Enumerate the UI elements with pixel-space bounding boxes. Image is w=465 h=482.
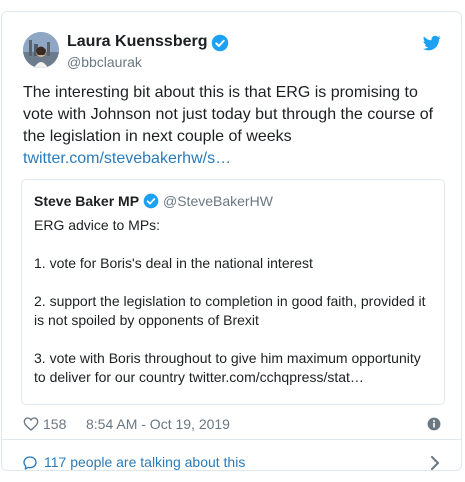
- tweet-text: The interesting bit about this is that E…: [23, 82, 448, 170]
- quoted-line-3: 3. vote with Boris throughout to give hi…: [34, 350, 421, 385]
- verified-icon: [211, 34, 229, 52]
- like-count[interactable]: 158: [43, 416, 66, 432]
- quoted-text: ERG advice to MPs: 1. vote for Boris's d…: [34, 216, 434, 406]
- avatar[interactable]: [23, 32, 59, 68]
- twitter-bird-icon[interactable]: [423, 34, 441, 52]
- verified-icon: [143, 193, 159, 209]
- quoted-author-name[interactable]: Steve Baker MP: [34, 193, 139, 209]
- tweet-link[interactable]: twitter.com/stevebakerhw/s…: [23, 150, 231, 167]
- timestamp[interactable]: 8:54 AM - Oct 19, 2019: [86, 416, 230, 432]
- quoted-line-1: 1. vote for Boris's deal in the national…: [34, 255, 313, 271]
- divider: [2, 439, 461, 440]
- comment-icon: [23, 456, 37, 470]
- quoted-author-handle[interactable]: @SteveBakerHW: [163, 193, 273, 209]
- quoted-line-2: 2. support the legislation to completion…: [34, 293, 426, 328]
- quoted-tweet[interactable]: Steve Baker MP @SteveBakerHW ERG advice …: [21, 179, 445, 405]
- author-name[interactable]: Laura Kuenssberg: [67, 33, 207, 51]
- author-handle[interactable]: @bbclaurak: [67, 54, 142, 70]
- quoted-line-intro: ERG advice to MPs:: [34, 217, 161, 233]
- tweet-body: The interesting bit about this is that E…: [23, 84, 434, 145]
- heart-icon[interactable]: [23, 416, 39, 432]
- tweet-card: Laura Kuenssberg @bbclaurak The interest…: [1, 11, 462, 471]
- info-icon[interactable]: [427, 417, 441, 431]
- talking-label[interactable]: 117 people are talking about this: [44, 454, 245, 470]
- chevron-right-icon[interactable]: [429, 456, 441, 470]
